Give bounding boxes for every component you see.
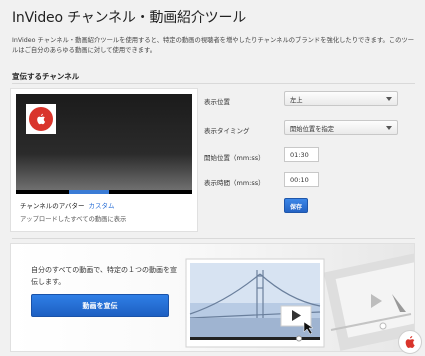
timing-label: 表示タイミング: [204, 127, 250, 135]
chevron-down-icon: [386, 126, 392, 130]
video-progress-bar[interactable]: [16, 190, 192, 194]
intro-text: InVideo チャンネル・動画紹介ツールを使用すると、特定の動画の視聴者を増や…: [12, 37, 415, 54]
position-label: 表示位置: [204, 98, 230, 106]
position-select[interactable]: 左上: [284, 91, 398, 106]
promote-video-button[interactable]: 動画を宣伝: [31, 294, 169, 317]
apple-badge: [398, 330, 422, 354]
section-divider: [12, 83, 415, 84]
chevron-down-icon: [386, 97, 392, 101]
video-progress-fill: [68, 190, 110, 194]
section-title: 宣伝するチャンネル: [12, 72, 80, 81]
apple-icon: [37, 113, 46, 125]
start-time-input[interactable]: 01:30: [284, 147, 319, 162]
duration-input[interactable]: 00:10: [284, 172, 319, 187]
start-time-label: 開始位置（mm:ss）: [204, 154, 265, 162]
duration-label: 表示時間（mm:ss）: [204, 179, 265, 187]
position-select-value: 左上: [290, 97, 303, 104]
avatar-logo-icon: [29, 107, 53, 131]
promo-illustration: [185, 252, 414, 351]
save-button[interactable]: 保存: [284, 198, 308, 213]
avatar-description: アップロードしたすべての動画に表示: [20, 216, 127, 223]
custom-link[interactable]: カスタム: [89, 202, 115, 210]
page-title: InVideo チャンネル・動画紹介ツール: [12, 10, 247, 26]
apple-logo-icon: [405, 335, 415, 348]
channel-promo-card: チャンネルのアバター カスタム アップロードしたすべての動画に表示: [10, 88, 198, 232]
avatar-label-row: チャンネルのアバター カスタム: [20, 200, 115, 210]
video-promo-text: 自分のすべての動画で、特定の１つの動画を宣伝します。: [31, 266, 177, 286]
timing-select[interactable]: 開始位置を指定: [284, 120, 398, 135]
video-promo-panel: 自分のすべての動画で、特定の１つの動画を宣伝します。 動画を宣伝: [10, 243, 415, 352]
avatar-label: チャンネルのアバター: [20, 202, 85, 210]
video-preview: [16, 94, 192, 194]
channel-avatar: [26, 104, 56, 134]
timing-select-value: 開始位置を指定: [290, 126, 335, 133]
section-divider: [12, 238, 415, 239]
